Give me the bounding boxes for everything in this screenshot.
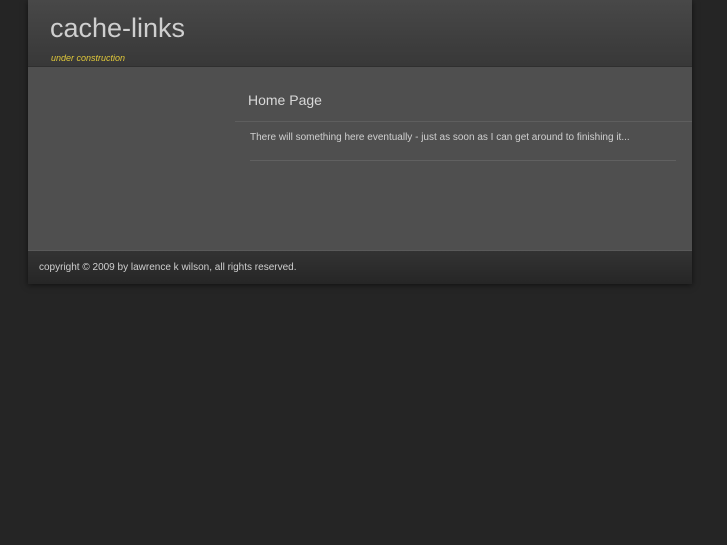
site-header: cache-links under construction [28,0,692,67]
site-title[interactable]: cache-links [50,13,185,44]
site-tagline: under construction [51,53,126,63]
site-footer: copyright © 2009 by lawrence k wilson, a… [28,250,692,284]
page-title: Home Page [248,92,322,108]
title-divider [235,121,692,122]
post-body-text: There will something here eventually - j… [250,132,630,143]
copyright-text: copyright © 2009 by lawrence k wilson, a… [39,262,297,273]
body-divider [250,160,676,161]
main-content: Home Page There will something here even… [28,67,692,250]
page-wrapper: cache-links under construction Home Page… [28,0,692,284]
